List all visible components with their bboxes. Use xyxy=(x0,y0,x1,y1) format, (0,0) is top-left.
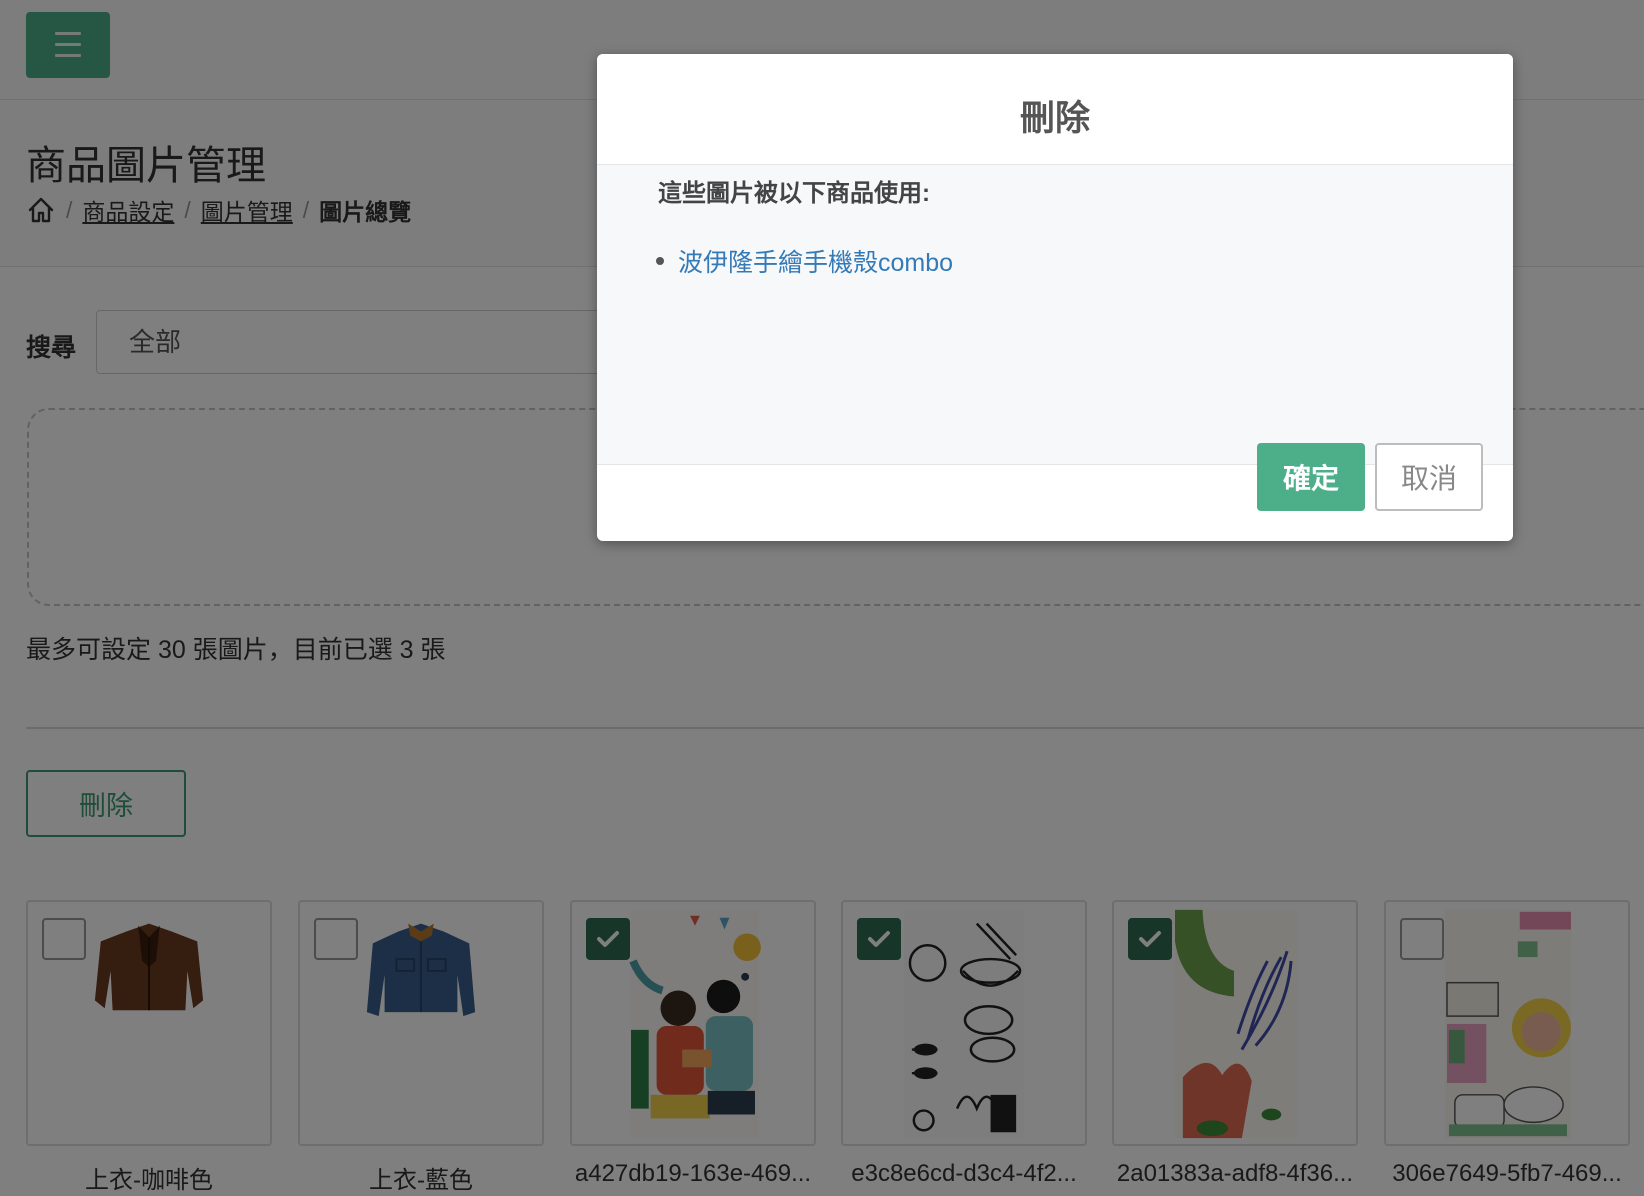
confirm-button[interactable]: 確定 xyxy=(1257,443,1365,511)
modal-title: 刪除 xyxy=(1019,99,1090,138)
list-item: 波伊隆手繪手機殼combo xyxy=(656,243,953,279)
bullet-icon xyxy=(656,257,664,265)
product-link[interactable]: 波伊隆手繪手機殼combo xyxy=(678,243,953,279)
delete-confirm-modal: 刪除 這些圖片被以下商品使用: 波伊隆手繪手機殼combo 確定 取消 xyxy=(597,54,1513,541)
cancel-button[interactable]: 取消 xyxy=(1375,443,1483,511)
modal-body xyxy=(597,165,1513,465)
modal-message: 這些圖片被以下商品使用: xyxy=(658,180,930,207)
product-usage-list: 波伊隆手繪手機殼combo xyxy=(656,243,953,279)
modal-header: 刪除 xyxy=(597,54,1513,165)
